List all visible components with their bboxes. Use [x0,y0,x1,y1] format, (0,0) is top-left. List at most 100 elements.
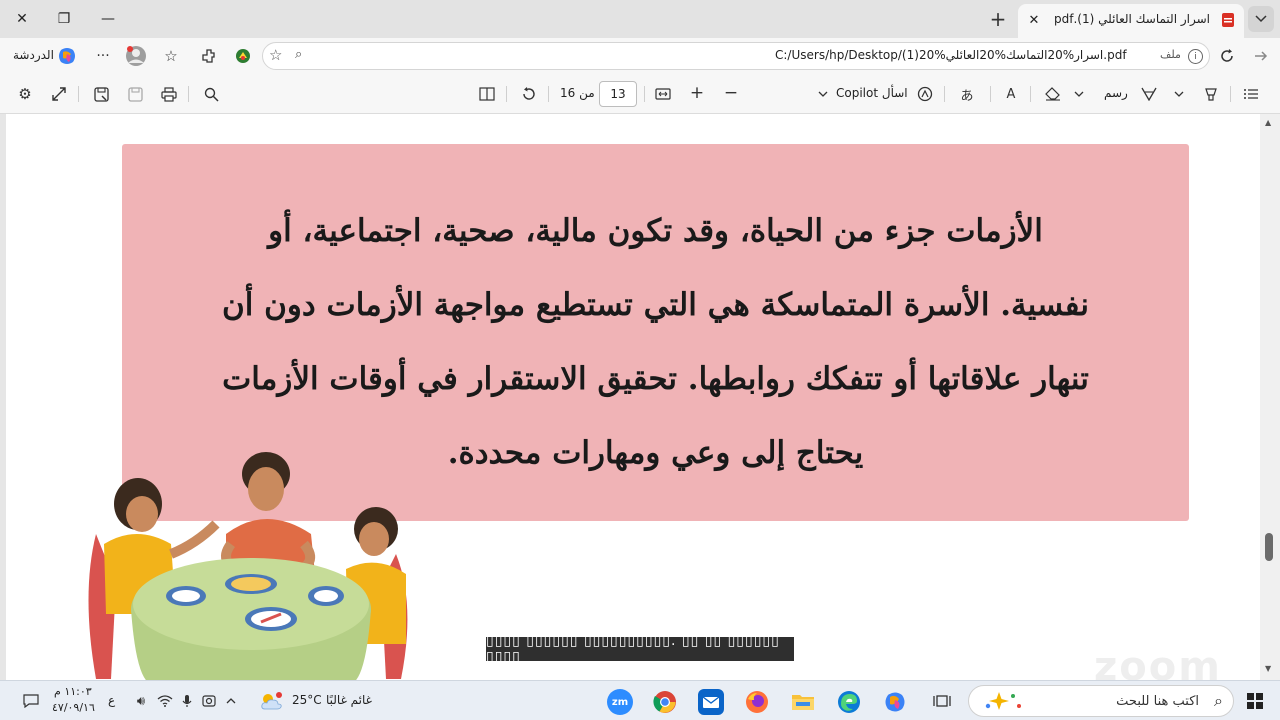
page-count-label: من 16 [560,86,595,100]
draw-label[interactable]: رسم [1104,86,1128,100]
windows-taskbar: ١١:٠٣ م ٤٧/٠٩/١٦ ع 🔊︎ 25°C غائم غالبًا z… [0,680,1280,720]
forward-arrow-icon[interactable] [1250,46,1272,66]
print-icon[interactable] [158,84,180,104]
file-explorer-icon[interactable] [790,689,816,715]
tab-pdf[interactable]: ✕ اسرار التماسك العائلي (1).pdf [1018,4,1244,38]
page-number-input[interactable]: 13 [599,81,637,107]
address-bar[interactable]: ☆ ⌕ C:/Users/hp/Desktop/اسرار%20التماسك%… [262,42,1210,70]
search-placeholder[interactable]: اكتب هنا للبحث [1116,694,1199,709]
body-line: الأزمات جزء من الحياة، وقد تكون مالية، ص… [268,213,1043,249]
copilot-chat-label[interactable]: الدردشة [13,48,54,62]
highlight-icon[interactable] [1200,84,1222,104]
read-aloud-icon[interactable]: ⌕ [295,47,302,62]
zoom-in-button[interactable]: + [686,83,708,103]
firefox-icon[interactable] [744,689,770,715]
copilot-taskbar-icon[interactable] [882,689,908,715]
restore-window-button[interactable]: ❐ [44,4,84,34]
file-scheme-label: ملف [1160,48,1181,61]
pdf-toolbar: ⚙ من 16 13 + − اسأل Copilot あ A رسم [0,74,1280,114]
scroll-down-arrow-icon[interactable]: ▼ [1265,664,1271,673]
close-icon: ✕ [1028,12,1040,28]
page-view-icon[interactable] [476,84,498,104]
weather-description[interactable]: غائم غالبًا [326,693,372,707]
body-line: تنهار علاقاتها أو تتفكك روابطها. تحقيق ا… [222,361,1089,397]
new-tab-button[interactable]: + [984,6,1012,32]
chevron-down-icon[interactable] [1170,84,1188,104]
notifications-icon[interactable] [20,691,42,711]
outlook-icon[interactable] [698,689,724,715]
windows-start-icon[interactable] [1244,691,1266,711]
read-aloud-icon[interactable]: A [1000,84,1022,104]
translate-icon[interactable]: あ [956,84,978,104]
toolbar-divider [1230,86,1231,102]
address-row: الدردشة ··· ☆ ☆ ⌕ C:/Users/hp/Desktop/اس… [0,38,1280,74]
chevron-down-icon [1255,15,1267,23]
add-favorite-star-icon[interactable]: ☆ [269,46,282,64]
camera-icon[interactable] [198,691,220,711]
chevron-down-icon[interactable] [814,84,832,104]
body-line: نفسية. الأسرة المتماسكة هي التي تستطيع م… [222,287,1089,323]
scrollbar-thumb[interactable] [1265,533,1273,561]
toolbar-divider [644,86,645,102]
settings-gear-icon[interactable]: ⚙ [14,84,36,104]
pdf-page: الأزمات جزء من الحياة، وقد تكون مالية، ص… [6,114,1260,680]
toolbar-divider [188,86,189,102]
save-as-icon[interactable] [90,84,112,104]
copilot-icon[interactable] [56,46,78,66]
refresh-icon[interactable] [1216,46,1238,66]
family-dinner-illustration [88,452,408,680]
zoom-watermark: zoom [1094,644,1222,680]
pdf-viewer[interactable]: الأزمات جزء من الحياة، وقد تكون مالية، ص… [0,114,1280,680]
input-language[interactable]: ع [108,693,115,707]
fullscreen-icon[interactable] [48,84,70,104]
contents-list-icon[interactable] [1240,84,1262,104]
fit-width-icon[interactable] [652,84,674,104]
url-text[interactable]: C:/Users/hp/Desktop/اسرار%20التماسك%20ال… [775,48,1127,62]
wifi-icon[interactable] [154,691,176,711]
zoom-app-icon[interactable]: zm [607,689,633,715]
chrome-icon[interactable] [652,689,678,715]
sparkle-icon [985,692,1021,710]
close-window-button[interactable]: ✕ [2,4,42,34]
toolbar-divider [944,86,945,102]
toolbar-divider [506,86,507,102]
draw-pen-icon[interactable] [1138,84,1160,104]
profile-avatar[interactable] [124,44,148,68]
rotate-icon[interactable] [518,84,540,104]
clock-date[interactable]: ٤٧/٠٩/١٦ [52,701,95,714]
speaker-icon[interactable]: 🔊︎ [130,691,152,711]
task-view-icon[interactable] [930,691,954,711]
extensions-icon[interactable] [198,46,220,66]
extension-app-icon[interactable] [232,46,254,66]
save-icon[interactable] [124,84,146,104]
subtitle-caption: ▯▯▯▯ ▯▯▯▯▯▯ ▯▯▯▯▯▯▯▯▯▯. ▯▯ ▯▯ ▯▯▯▯▯▯ ▯▯▯… [486,633,794,665]
zoom-out-button[interactable]: − [720,83,742,103]
weather-cloud-icon[interactable] [258,689,284,713]
tab-close-button[interactable]: ✕ [1024,10,1044,30]
copilot-pdf-icon[interactable] [914,84,936,104]
title-bar: ✕ ❐ — + ✕ اسرار التماسك العائلي (1).pdf [0,0,1280,38]
edge-browser-icon[interactable] [836,689,862,715]
vertical-scrollbar[interactable]: ▲ ▼ [1260,114,1280,680]
tab-list-button[interactable] [1248,6,1274,32]
minimize-window-button[interactable]: — [88,4,128,34]
toolbar-divider [990,86,991,102]
clock-time[interactable]: ١١:٠٣ م [54,685,92,698]
scroll-up-arrow-icon[interactable]: ▲ [1265,118,1271,127]
favorites-icon[interactable]: ☆ [160,46,182,66]
toolbar-divider [1030,86,1031,102]
ask-copilot-label[interactable]: اسأل Copilot [836,86,908,100]
close-icon: ✕ [16,11,28,27]
search-icon: ⌕ [1214,691,1223,710]
info-icon[interactable]: i [1188,49,1203,64]
weather-temperature[interactable]: 25°C [292,693,322,707]
chevron-down-icon[interactable] [1070,84,1088,104]
more-options-button[interactable]: ··· [92,46,114,66]
minimize-icon: — [101,11,115,27]
taskbar-search-box[interactable]: اكتب هنا للبحث ⌕ [968,685,1234,717]
microphone-icon[interactable] [176,691,198,711]
find-search-icon[interactable] [200,84,222,104]
toolbar-divider [78,86,79,102]
eraser-icon[interactable] [1042,84,1064,104]
chevron-up-icon[interactable] [220,691,242,711]
